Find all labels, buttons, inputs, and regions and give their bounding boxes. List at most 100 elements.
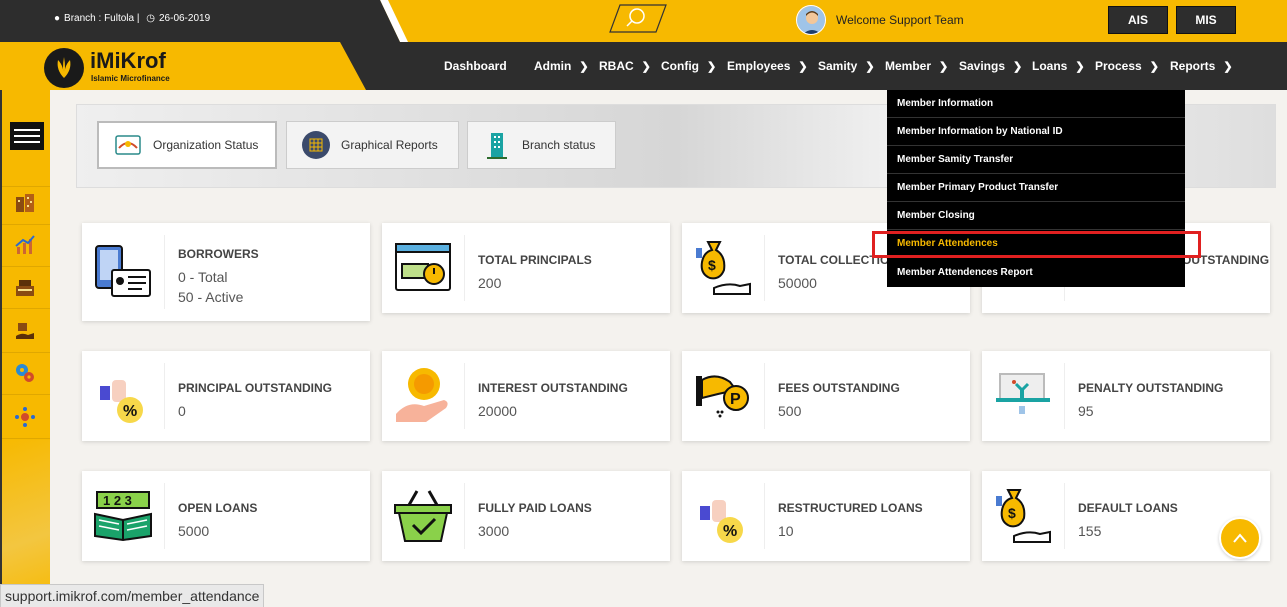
svg-text:P: P xyxy=(730,391,741,408)
nav-label: Savings xyxy=(959,59,1006,73)
stat-card-fully-paid-loans[interactable]: FULLY PAID LOANS 3000 xyxy=(382,471,670,561)
menu-item-member-primary-product-transfer[interactable]: Member Primary Product Transfer xyxy=(887,174,1185,202)
network-icon[interactable] xyxy=(12,404,38,430)
sidebar-divider xyxy=(2,186,50,187)
nav-member[interactable]: Member ❯ xyxy=(885,59,948,73)
menu-toggle-button[interactable] xyxy=(10,122,44,150)
tab-label: Organization Status xyxy=(153,138,259,152)
globe-icon: ● xyxy=(54,13,61,24)
chevron-right-icon: ❯ xyxy=(1149,60,1159,73)
card-divider xyxy=(764,235,765,301)
nav-savings[interactable]: Savings ❯ xyxy=(959,59,1022,73)
sidebar-divider xyxy=(2,352,50,353)
logo-icon[interactable] xyxy=(44,48,84,88)
hand-coin-p-icon: P xyxy=(682,351,764,441)
nav-employees[interactable]: Employees ❯ xyxy=(727,59,808,73)
nav-config[interactable]: Config ❯ xyxy=(661,59,716,73)
building-icon[interactable] xyxy=(12,190,38,216)
stat-card-fees-outstanding[interactable]: P FEES OUTSTANDING 500 xyxy=(682,351,970,441)
nav-label: Samity xyxy=(818,59,858,73)
handshake-icon xyxy=(113,130,143,160)
building-icon xyxy=(482,130,512,160)
menu-icon-bar xyxy=(14,141,40,143)
card-divider xyxy=(1064,483,1065,549)
card-title: FEES OUTSTANDING xyxy=(778,381,900,395)
stat-card-interest-outstanding[interactable]: INTEREST OUTSTANDING 20000 xyxy=(382,351,670,441)
card-divider xyxy=(164,483,165,549)
nav-admin[interactable]: Admin ❯ xyxy=(534,59,589,73)
svg-text:$: $ xyxy=(708,257,716,273)
chevron-right-icon: ❯ xyxy=(1223,60,1233,73)
nav-label: Dashboard xyxy=(444,59,507,73)
nav-reports[interactable]: Reports ❯ xyxy=(1170,59,1233,73)
menu-item-member-samity-transfer[interactable]: Member Samity Transfer xyxy=(887,146,1185,174)
svg-text:$: $ xyxy=(1008,505,1016,521)
stat-card-penalty-outstanding[interactable]: PENALTY OUTSTANDING 95 xyxy=(982,351,1270,441)
stat-card-principal-outstanding[interactable]: % PRINCIPAL OUTSTANDING 0 xyxy=(82,351,370,441)
chevron-right-icon: ❯ xyxy=(1013,60,1023,73)
card-title: INTEREST OUTSTANDING xyxy=(478,381,628,395)
id-card-phone-icon xyxy=(82,223,164,321)
svg-text:%: % xyxy=(723,523,737,540)
tab-graphical-reports[interactable]: Graphical Reports xyxy=(286,121,459,169)
card-value: 500 xyxy=(778,403,802,419)
menu-item-member-information-by-nid[interactable]: Member Information by National ID xyxy=(887,118,1185,146)
nav-label: Process xyxy=(1095,59,1142,73)
card-title: FULLY PAID LOANS xyxy=(478,501,592,515)
mis-button[interactable]: MIS xyxy=(1176,6,1236,34)
status-bar-url: support.imikrof.com/member_attendance xyxy=(0,584,265,607)
gears-icon[interactable] xyxy=(12,360,38,386)
cash-register-icon[interactable] xyxy=(12,274,38,300)
chevron-right-icon: ❯ xyxy=(939,60,949,73)
tab-branch-status[interactable]: Branch status xyxy=(467,121,616,169)
cash-timer-icon xyxy=(382,223,464,313)
card-value: 10 xyxy=(778,523,794,539)
menu-item-member-closing[interactable]: Member Closing xyxy=(887,202,1185,230)
card-divider xyxy=(464,235,465,301)
welcome-text: Welcome Support Team xyxy=(836,13,964,27)
menu-item-member-attendences-report[interactable]: Member Attendences Report xyxy=(887,258,1185,286)
search-button[interactable] xyxy=(609,4,667,33)
card-value: 50 - Active xyxy=(178,289,244,305)
card-value: 20000 xyxy=(478,403,517,419)
nav-dashboard[interactable]: Dashboard xyxy=(444,59,507,73)
nav-loans[interactable]: Loans ❯ xyxy=(1032,59,1085,73)
card-value: 0 - Total xyxy=(178,269,228,285)
user-avatar[interactable] xyxy=(796,5,826,35)
card-title: DEFAULT LOANS xyxy=(1078,501,1178,515)
nav-label: Config xyxy=(661,59,699,73)
sidebar-divider xyxy=(2,308,50,309)
hand-money-icon[interactable] xyxy=(12,318,38,344)
chevron-right-icon: ❯ xyxy=(707,60,717,73)
ais-button[interactable]: AIS xyxy=(1108,6,1168,34)
card-value: 50000 xyxy=(778,275,817,291)
menu-icon xyxy=(14,129,40,131)
card-value: 200 xyxy=(478,275,502,291)
chevron-right-icon: ❯ xyxy=(641,60,651,73)
sidebar-divider xyxy=(2,266,50,267)
logo-tagline: Islamic Microfinance xyxy=(91,74,170,83)
card-value: 5000 xyxy=(178,523,210,539)
stat-card-restructured-loans[interactable]: % RESTRUCTURED LOANS 10 xyxy=(682,471,970,561)
logo-name[interactable]: iMiKrof xyxy=(90,48,166,74)
card-title: OPEN LOANS xyxy=(178,501,258,515)
tab-organization-status[interactable]: Organization Status xyxy=(97,121,277,169)
search-icon xyxy=(626,8,645,27)
menu-icon-bar xyxy=(14,135,40,137)
stat-card-borrowers[interactable]: BORROWERS 0 - Total 50 - Active xyxy=(82,223,370,321)
sidebar-divider xyxy=(2,394,50,395)
growth-chart-icon[interactable] xyxy=(12,232,38,258)
card-divider xyxy=(1064,363,1065,429)
chevron-up-icon xyxy=(1233,533,1247,543)
nav-process[interactable]: Process ❯ xyxy=(1095,59,1159,73)
stat-card-open-loans[interactable]: 1 2 3 OPEN LOANS 5000 xyxy=(82,471,370,561)
nav-samity[interactable]: Samity ❯ xyxy=(818,59,875,73)
menu-item-member-information[interactable]: Member Information xyxy=(887,90,1185,118)
nav-label: Admin xyxy=(534,59,572,73)
nav-rbac[interactable]: RBAC ❯ xyxy=(599,59,651,73)
branch-label: Branch : Fultola | xyxy=(64,13,140,24)
stat-card-total-principals[interactable]: TOTAL PRINCIPALS 200 xyxy=(382,223,670,313)
card-value: 95 xyxy=(1078,403,1094,419)
sidebar-divider xyxy=(2,438,50,439)
scroll-to-top-button[interactable] xyxy=(1219,517,1261,559)
